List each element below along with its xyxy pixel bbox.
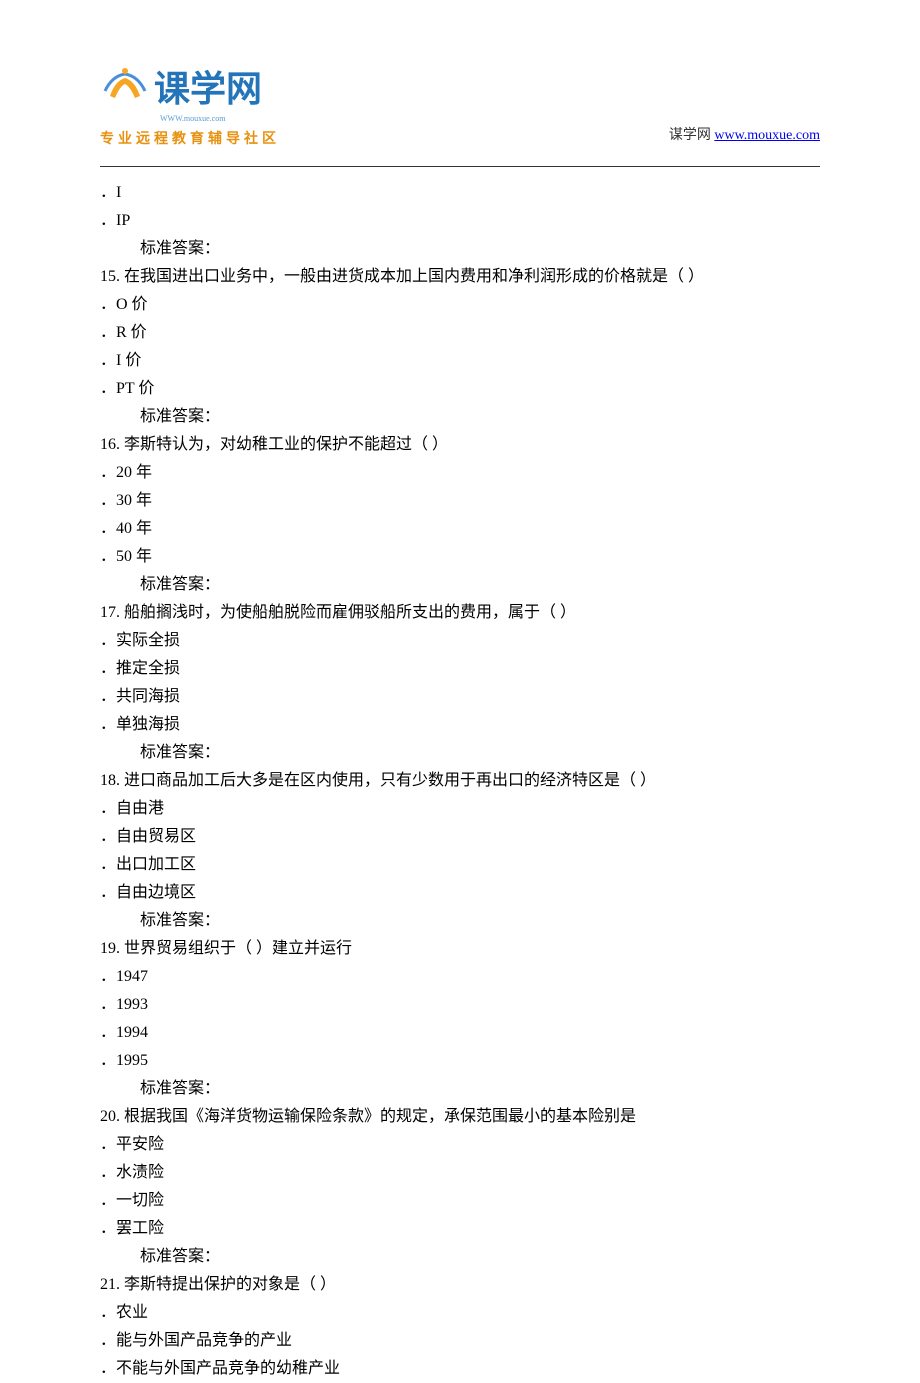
logo-subtitle: 专业远程教育辅导社区 xyxy=(100,128,280,148)
content-line-option: ．能与外国产品竞争的产业 xyxy=(100,1327,820,1355)
content-line-question: 20. 根据我国《海洋货物运输保险条款》的规定，承保范围最小的基本险别是 xyxy=(100,1103,820,1131)
content-line-option: ．不能与外国产品竞争的幼稚产业 xyxy=(100,1355,820,1383)
content-line-question: 19. 世界贸易组织于（ ）建立并运行 xyxy=(100,935,820,963)
content-line-option: ．农业 xyxy=(100,1299,820,1327)
content-line-answer: 标准答案： xyxy=(100,235,820,263)
content-line-question: 15. 在我国进出口业务中，一般由进货成本加上国内费用和净利润形成的价格就是（ … xyxy=(100,263,820,291)
content-line-option: ．O 价 xyxy=(100,291,820,319)
content-line-option: ．自由边境区 xyxy=(100,879,820,907)
content-line-answer: 标准答案： xyxy=(100,1075,820,1103)
site-url-link[interactable]: www.mouxue.com xyxy=(714,128,820,143)
document-content: ．I．IP标准答案：15. 在我国进出口业务中，一般由进货成本加上国内费用和净利… xyxy=(0,167,920,1383)
content-line-question: 17. 船舶搁浅时，为使船舶脱险而雇佣驳船所支出的费用，属于（ ） xyxy=(100,599,820,627)
logo-brand-name: 课学网 xyxy=(154,60,262,112)
content-line-option: ．单独海损 xyxy=(100,711,820,739)
content-line-option: ．40 年 xyxy=(100,515,820,543)
content-line-answer: 标准答案： xyxy=(100,907,820,935)
content-line-option: ．水渍险 xyxy=(100,1159,820,1187)
content-line-answer: 标准答案： xyxy=(100,739,820,767)
logo-top-row: 课学网 xyxy=(100,60,280,112)
page-header: 课学网 WWW.mouxue.com 专业远程教育辅导社区 谋学网 www.mo… xyxy=(0,0,920,158)
content-line-option: ．推定全损 xyxy=(100,655,820,683)
content-line-option: ．共同海损 xyxy=(100,683,820,711)
content-line-option: ．I xyxy=(100,179,820,207)
content-line-option: ．一切险 xyxy=(100,1187,820,1215)
content-line-option: ．R 价 xyxy=(100,319,820,347)
content-line-option: ．1993 xyxy=(100,991,820,1019)
content-line-option: ．20 年 xyxy=(100,459,820,487)
content-line-option: ．出口加工区 xyxy=(100,851,820,879)
content-line-option: ．实际全损 xyxy=(100,627,820,655)
content-line-option: ．罢工险 xyxy=(100,1215,820,1243)
content-line-option: ．1947 xyxy=(100,963,820,991)
content-line-option: ．30 年 xyxy=(100,487,820,515)
content-line-answer: 标准答案： xyxy=(100,1243,820,1271)
site-link-block: 谋学网 www.mouxue.com xyxy=(669,124,820,148)
content-line-option: ．平安险 xyxy=(100,1131,820,1159)
site-link-label: 谋学网 xyxy=(669,128,715,143)
content-line-option: ．自由港 xyxy=(100,795,820,823)
logo-text-block: 课学网 xyxy=(154,60,262,112)
content-line-answer: 标准答案： xyxy=(100,403,820,431)
content-line-option: ．自由贸易区 xyxy=(100,823,820,851)
content-line-option: ．I 价 xyxy=(100,347,820,375)
content-line-option: ．IP xyxy=(100,207,820,235)
logo-url-text: WWW.mouxue.com xyxy=(160,114,225,123)
content-line-option: ．PT 价 xyxy=(100,375,820,403)
site-logo: 课学网 WWW.mouxue.com 专业远程教育辅导社区 xyxy=(100,60,280,148)
content-line-question: 21. 李斯特提出保护的对象是（ ） xyxy=(100,1271,820,1299)
content-line-option: ．1994 xyxy=(100,1019,820,1047)
content-line-answer: 标准答案： xyxy=(100,571,820,599)
logo-icon xyxy=(100,66,150,106)
content-line-question: 16. 李斯特认为，对幼稚工业的保护不能超过（ ） xyxy=(100,431,820,459)
content-line-question: 18. 进口商品加工后大多是在区内使用，只有少数用于再出口的经济特区是（ ） xyxy=(100,767,820,795)
logo-url-row: WWW.mouxue.com xyxy=(154,108,280,126)
content-line-option: ．1995 xyxy=(100,1047,820,1075)
content-line-option: ．50 年 xyxy=(100,543,820,571)
